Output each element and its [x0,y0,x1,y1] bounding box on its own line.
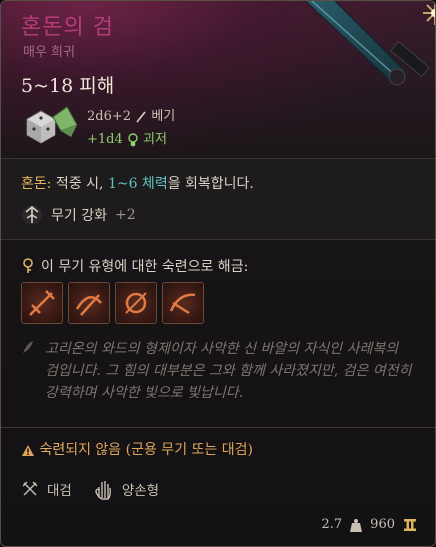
proficiency-heading-text: 이 무기 유형에 대한 숙련으로 해금: [41,259,249,275]
damage-range: 5~18 피해 [21,75,115,97]
dice-icon [26,106,78,144]
damage-type: 베기 [151,109,176,124]
item-tags: 대검 양손형 [21,478,159,500]
greatsword-icon [22,481,38,496]
divider [1,427,435,428]
weapon-category: 대검 [47,483,72,499]
proficiency-heading: 이 무기 유형에 대한 숙련으로 해금: [21,256,248,276]
weight-icon [350,518,363,532]
item-name: 혼돈의 검 [21,15,114,40]
base-dice: 2d6+2 [87,109,132,124]
effect-section [1,159,435,239]
weapon-action-icon[interactable] [68,282,110,324]
slash-icon [136,111,146,122]
bonus-type: 괴저 [143,132,167,147]
hand-icon [95,481,111,500]
handedness: 양손형 [121,483,160,499]
upgrade-icon [22,205,42,225]
necrotic-icon [128,132,138,146]
effect-highlight: 1~6 체력 [107,176,168,192]
item-rarity: 매우 희귀 [23,45,75,60]
upgrade-value: +2 [114,207,136,223]
bonus-damage-line: +1d4 괴저 [87,128,167,147]
item-stats: 2.7 960 [321,517,417,532]
upgrade-line: 무기 강화 +2 [21,204,136,226]
lore-feather-icon [23,341,33,353]
key-icon [23,258,33,273]
effect-text-after: 을 회복합니다. [167,176,254,192]
weapon-action-icons [21,282,204,324]
base-damage-line: 2d6+2 베기 [87,105,175,124]
weapon-action-icon[interactable] [21,282,63,324]
bonus-dice: +1d4 [87,132,123,147]
warning-prefix: 숙련 [39,442,66,458]
warning-icon [22,444,34,456]
proficiency-warning: 숙련되지 않음 (군용 무기 또는 대검) [21,439,253,459]
weapon-action-icon[interactable] [162,282,204,324]
effect-name: 혼돈: [21,176,52,192]
upgrade-label: 무기 강화 [51,208,107,224]
cleave-icon [29,290,55,316]
lore-text: 고리온의 와드의 형제이자 사악한 신 바알의 자식인 사레복의 검입니다. 그… [45,341,412,401]
warning-rest: 되지 않음 (군용 무기 또는 대검) [65,442,253,458]
weight-value: 2.7 [321,517,343,532]
effect-text: 혼돈: 적중 시, 1~6 체력을 회복합니다. [21,173,254,193]
sword-art [304,1,435,86]
weapon-action-icon[interactable] [115,282,157,324]
gold-icon [404,518,416,531]
gold-value: 960 [370,517,395,532]
item-tooltip: 혼돈의 검 매우 희귀 5~18 피해 2d6+2 베기 +1d4 괴저 혼돈:… [0,0,436,547]
effect-text-before: 적중 시, [51,176,108,192]
divider [1,239,435,240]
pommel-strike-icon [125,292,147,314]
lacerate-icon [75,294,102,316]
slash-action-icon [169,293,196,315]
